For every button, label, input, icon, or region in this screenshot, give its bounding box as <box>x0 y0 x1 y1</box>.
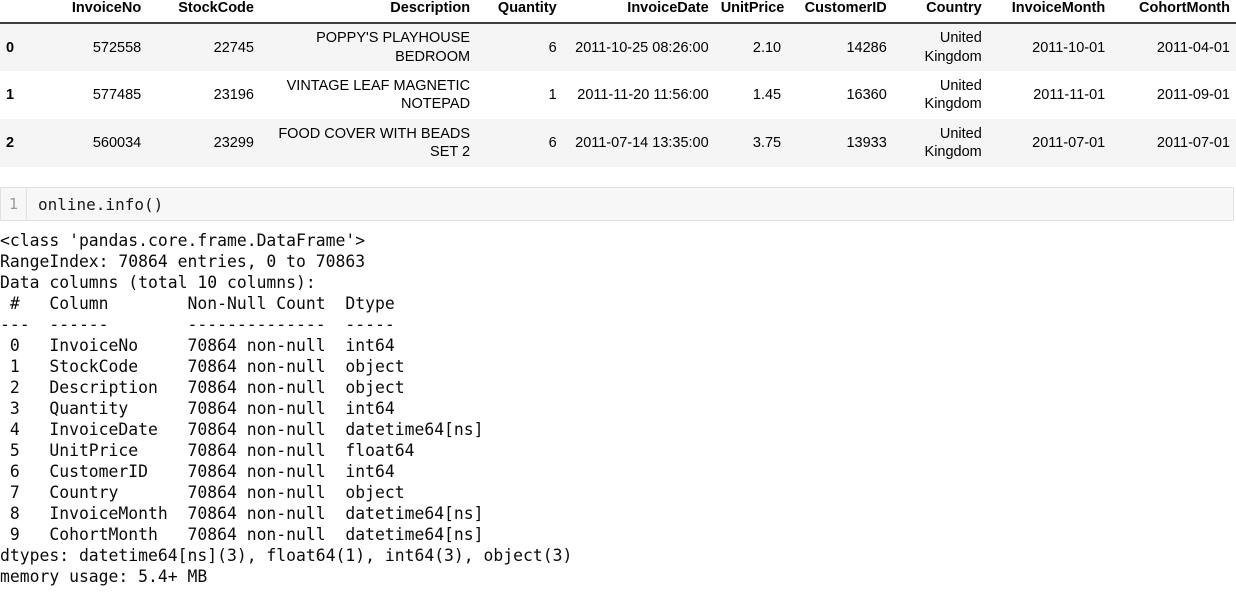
cell-stockcode: 22745 <box>213 39 254 56</box>
column-header-invoicemonth: InvoiceMonth <box>987 0 1112 25</box>
row-index: 2 <box>6 135 15 152</box>
code-line-number: 1 <box>1 188 27 221</box>
stdout-output: <class 'pandas.core.frame.DataFrame'> Ra… <box>0 231 573 587</box>
column-header-quantity: Quantity <box>476 0 563 25</box>
table-head: InvoiceNo StockCode Description Quantity… <box>0 0 1236 25</box>
cell-country: United Kingdom <box>924 30 982 65</box>
column-header-invoiceno: InvoiceNo <box>35 0 148 25</box>
cell-cohortmonth: 2011-07-01 <box>1156 135 1230 152</box>
table-header-row: InvoiceNo StockCode Description Quantity… <box>0 0 1236 25</box>
column-header-unitprice: UnitPrice <box>714 0 788 25</box>
cell-unitprice: 2.10 <box>752 39 782 56</box>
column-header-customerid: CustomerID <box>787 0 893 25</box>
cell-cohortmonth: 2011-04-01 <box>1156 39 1230 56</box>
cell-country: United Kingdom <box>924 125 982 161</box>
cell-unitprice: 3.75 <box>752 135 782 152</box>
cell-invoicedate: 2011-10-25 08:26:00 <box>575 39 709 56</box>
cell-country: United Kingdom <box>924 77 982 113</box>
dataframe-output: InvoiceNo StockCode Description Quantity… <box>0 0 1236 168</box>
row-index: 1 <box>6 87 15 104</box>
cell-cohortmonth: 2011-09-01 <box>1156 87 1230 104</box>
cell-invoiceno: 560034 <box>92 135 142 152</box>
table-body: 0 572558 22745 POPPY'S PLAYHOUSE BEDROOM… <box>0 23 1236 168</box>
cell-stockcode: 23196 <box>213 87 254 104</box>
cell-invoiceno: 572558 <box>92 39 142 56</box>
cell-customerid: 14286 <box>846 39 887 56</box>
column-header-cohortmonth: CohortMonth <box>1111 0 1236 25</box>
column-header-index <box>0 0 36 25</box>
cell-invoiceno: 577485 <box>92 87 142 104</box>
table-row: 2 560034 23299 FOOD COVER WITH BEADS SET… <box>0 119 1236 168</box>
cell-customerid: 13933 <box>846 135 887 152</box>
cell-unitprice: 1.45 <box>752 87 782 104</box>
cell-invoicedate: 2011-07-14 13:35:00 <box>575 135 709 152</box>
cell-customerid: 16360 <box>846 87 887 104</box>
cell-invoicemonth: 2011-11-01 <box>1033 87 1106 104</box>
cell-description: FOOD COVER WITH BEADS SET 2 <box>278 125 471 161</box>
column-header-stockcode: StockCode <box>147 0 260 25</box>
table-row: 0 572558 22745 POPPY'S PLAYHOUSE BEDROOM… <box>0 23 1236 72</box>
column-header-invoicedate: InvoiceDate <box>562 0 715 25</box>
code-input[interactable]: online.info() <box>27 195 163 214</box>
row-index: 0 <box>6 39 15 56</box>
cell-description: VINTAGE LEAF MAGNETIC NOTEPAD <box>286 77 471 113</box>
cell-invoicedate: 2011-11-20 11:56:00 <box>577 87 709 104</box>
cell-stockcode: 23299 <box>213 135 254 152</box>
code-cell[interactable]: 1 online.info() <box>0 187 1234 222</box>
column-header-description: Description <box>259 0 477 25</box>
cell-invoicemonth: 2011-07-01 <box>1032 135 1106 152</box>
cell-quantity: 1 <box>548 87 557 104</box>
cell-description: POPPY'S PLAYHOUSE BEDROOM <box>316 30 471 65</box>
cell-spacer <box>0 167 1236 187</box>
cell-invoicemonth: 2011-10-01 <box>1032 39 1106 56</box>
dataframe-table: InvoiceNo StockCode Description Quantity… <box>0 0 1236 168</box>
table-row: 1 577485 23196 VINTAGE LEAF MAGNETIC NOT… <box>0 71 1236 120</box>
column-header-country: Country <box>892 0 988 25</box>
cell-quantity: 6 <box>548 135 557 152</box>
cell-quantity: 6 <box>548 39 557 56</box>
